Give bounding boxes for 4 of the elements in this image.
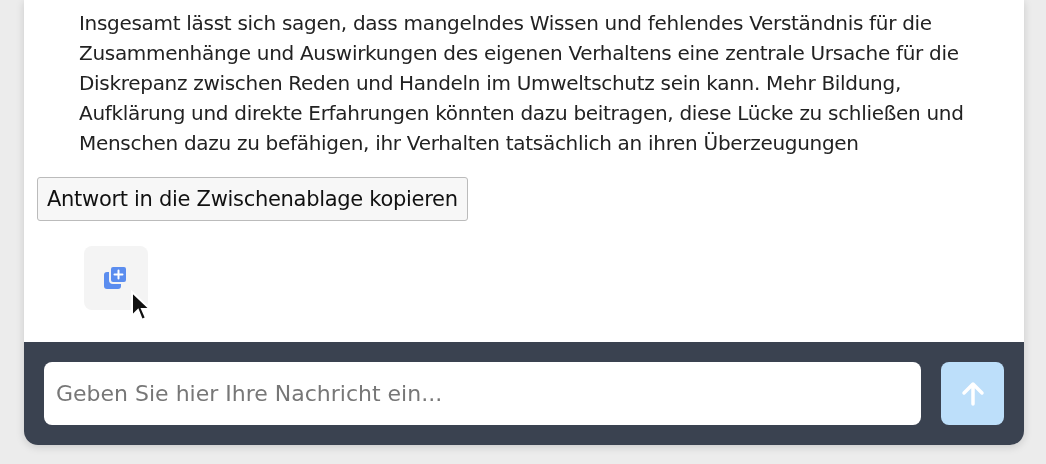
message-input[interactable]: Geben Sie hier Ihre Nachricht ein... [44,362,921,425]
tooltip: Antwort in die Zwischenablage kopieren [37,177,468,221]
copy-button[interactable] [84,246,148,310]
message-text: Insgesamt lässt sich sagen, dass mangelndes Wissen und fehlendes Verständnis für die Zusammenhänge und Auswirkungen des eigenen Verhaltens eine zentrale Ursache für die Diskrepanz zwischen Reden und Handeln im Umweltschutz sein kann. Mehr Bildung, Aufklärung und direkte Erfahrungen könnten dazu beitragen, diese Lücke zu schließen und Menschen dazu zu befähigen, ihr Verhalten tatsächlich an ihren Überzeugungen [79,10,965,157]
